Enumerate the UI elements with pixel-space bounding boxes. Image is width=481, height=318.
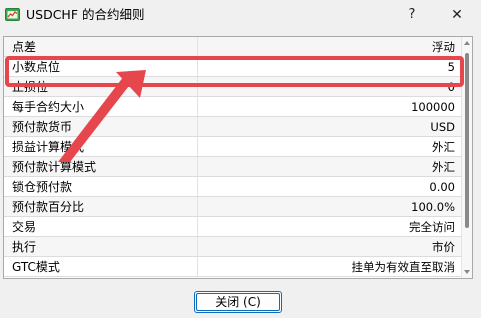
spec-value: 外汇 [432, 140, 455, 154]
column-divider [197, 117, 198, 136]
spec-row[interactable]: GTC模式 挂单为有效直至取消 [4, 257, 461, 277]
column-divider [197, 237, 198, 256]
spec-label: 锁仓预付款 [12, 180, 73, 194]
spec-row[interactable]: 每手合约大小 100000 [4, 97, 461, 117]
vertical-scrollbar[interactable] [461, 37, 472, 278]
scroll-up-arrow-icon[interactable] [464, 41, 470, 45]
spec-label: 止损位 [12, 80, 49, 94]
close-dialog-button[interactable]: 关闭 (C) [194, 291, 282, 313]
column-divider [197, 57, 198, 76]
spec-label: 点差 [12, 40, 37, 54]
spec-value: 0 [447, 80, 455, 94]
spec-value: 5 [447, 60, 455, 74]
scrollbar-thumb[interactable] [465, 53, 469, 228]
spec-label: 小数点位 [12, 60, 61, 74]
specification-list: 点差 浮动 小数点位 5 止损位 0 每手合约大小 100000 预付款货币 USD 损益计算模式外… [3, 36, 473, 279]
specification-rows: 点差 浮动 小数点位 5 止损位 0 每手合约大小 100000 预付款货币 USD 损益计算模式外… [4, 37, 461, 277]
spec-value: 市价 [432, 240, 455, 254]
scroll-down-arrow-icon[interactable] [464, 270, 470, 274]
spec-value: 外汇 [432, 160, 455, 174]
spec-label: 预付款百分比 [12, 200, 85, 214]
spec-value: 完全访问 [409, 220, 455, 234]
spec-label: 执行 [12, 240, 37, 254]
spec-row[interactable]: 预付款百分比 100.0% [4, 197, 461, 217]
spec-value: 0.00 [429, 180, 455, 194]
column-divider [197, 97, 198, 116]
column-divider [197, 157, 198, 176]
spec-label: 损益计算模式 [12, 140, 85, 154]
contract-specification-dialog: USDCHF 的合约细则 ? ✕ 点差 浮动小数点位 5 止损位 0 每手合约大小 1000… [0, 0, 481, 318]
column-divider [197, 257, 198, 276]
spec-row[interactable]: 锁仓预付款 0.00 [4, 177, 461, 197]
column-divider [197, 77, 198, 96]
column-divider [197, 37, 198, 56]
help-button[interactable]: ? [402, 4, 422, 26]
spec-label: 预付款计算模式 [12, 160, 97, 174]
spec-row[interactable]: 交易 完全访问 [4, 217, 461, 237]
column-divider [197, 137, 198, 156]
close-window-button[interactable]: ✕ [446, 4, 468, 26]
spec-label: 交易 [12, 220, 37, 234]
chart-window-icon [5, 8, 20, 21]
spec-row[interactable]: 点差 浮动 [4, 37, 461, 57]
spec-row[interactable]: 执行 市价 [4, 237, 461, 257]
column-divider [197, 197, 198, 216]
spec-value: 挂单为有效直至取消 [351, 260, 456, 274]
column-divider [197, 217, 198, 236]
spec-label: GTC模式 [12, 260, 60, 274]
spec-row[interactable]: 损益计算模式 外汇 [4, 137, 461, 157]
column-divider [197, 177, 198, 196]
spec-row[interactable]: 小数点位 5 [4, 57, 461, 77]
spec-value: 浮动 [432, 40, 455, 54]
spec-row[interactable]: 预付款计算模式 外汇 [4, 157, 461, 177]
window-title: USDCHF 的合约细则 [26, 7, 145, 22]
spec-label: 预付款货币 [12, 120, 73, 134]
spec-value: 100000 [411, 100, 455, 114]
spec-row[interactable]: 止损位 0 [4, 77, 461, 97]
spec-label: 每手合约大小 [12, 100, 85, 114]
spec-value: USD [430, 120, 455, 134]
title-bar: USDCHF 的合约细则 ? ✕ [0, 0, 481, 30]
button-focus-ring [196, 293, 280, 311]
spec-value: 100.0% [411, 200, 455, 214]
spec-row[interactable]: 预付款货币 USD [4, 117, 461, 137]
